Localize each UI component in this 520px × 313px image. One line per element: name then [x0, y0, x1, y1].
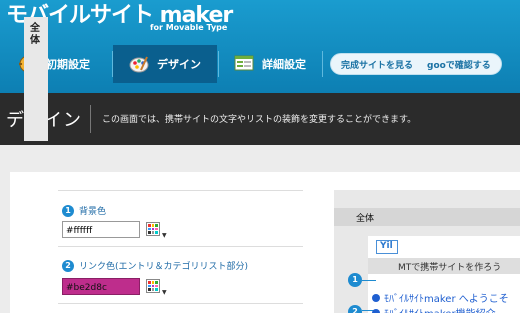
- row-divider: [58, 190, 303, 191]
- palette-icon: [129, 54, 149, 74]
- preview-site-title: MTで携帯サイトを作ろう: [398, 263, 502, 273]
- color-grid: [146, 279, 160, 293]
- field-label: 1 背景色: [62, 204, 106, 217]
- color-picker-icon[interactable]: ▼: [146, 222, 167, 239]
- tab-label: 詳細設定: [262, 58, 306, 71]
- preview-heading: 全体: [356, 214, 375, 224]
- field-label-text: 背景色: [79, 207, 107, 217]
- check-with-goo-button[interactable]: gooで確認する: [427, 58, 491, 71]
- background-color-input[interactable]: [62, 221, 140, 238]
- app-logo-subtitle: for Movable Type: [150, 23, 228, 32]
- color-picker-icon[interactable]: ▼: [146, 279, 167, 296]
- app-header: モバイルサイト maker for Movable Type 初期設定 デザイン…: [0, 0, 520, 93]
- chevron-down-icon: ▼: [162, 232, 167, 239]
- preview-link-item[interactable]: ﾓﾊﾞｲﾙｻｲﾄmaker機能紹介: [372, 305, 496, 313]
- page-description: この画面では、携帯サイトの文字やリストの装飾を変更することができます。: [102, 115, 417, 125]
- bullet-icon: [372, 293, 380, 302]
- preview-site-title-bar: MTで携帯サイトを作ろう: [368, 258, 520, 274]
- section-tab-label: 全体: [30, 23, 40, 46]
- field-number-badge: 1: [62, 204, 74, 217]
- section-tab-overall[interactable]: 全体: [24, 17, 48, 141]
- tab-advanced-settings[interactable]: 詳細設定: [234, 45, 324, 83]
- bullet-icon: [372, 308, 380, 313]
- settings-window-icon: [234, 54, 254, 74]
- tab-design[interactable]: デザイン: [113, 45, 217, 83]
- signal-text: Yil: [380, 241, 393, 251]
- preview-heading-bar: 全体: [334, 208, 520, 226]
- tab-divider: [322, 51, 323, 77]
- link-color-input[interactable]: [62, 278, 140, 295]
- chevron-down-icon: ▼: [162, 289, 167, 296]
- field-label-text: リンク色(エントリ＆カテゴリリスト部分): [79, 262, 249, 272]
- page-title-bar: デザイン この画面では、携帯サイトの文字やリストの装飾を変更することができます。: [0, 93, 520, 145]
- row-divider: [58, 246, 303, 247]
- background-color-field: 1 背景色 ▼: [58, 190, 303, 247]
- callout-line: [362, 280, 376, 281]
- field-label: 2 リンク色(エントリ＆カテゴリリスト部分): [62, 259, 248, 272]
- tab-label: デザイン: [157, 58, 201, 71]
- color-grid: [146, 222, 160, 236]
- tab-label: 初期設定: [46, 58, 90, 71]
- callout-badge-1: 1: [348, 273, 362, 287]
- preview-link-item[interactable]: ﾓﾊﾞｲﾙｻｲﾄmaker へようこそ: [372, 290, 509, 305]
- link-color-field: 2 リンク色(エントリ＆カテゴリリスト部分) ▼: [58, 250, 303, 310]
- signal-icon: Yil: [376, 240, 398, 254]
- row-divider: [58, 303, 303, 304]
- main-nav: 初期設定 デザイン 詳細設定 完成サイトを見る gooで確認する: [0, 45, 520, 83]
- site-actions: 完成サイトを見る gooで確認する: [330, 53, 502, 75]
- preview-link-text: ﾓﾊﾞｲﾙｻｲﾄmaker機能紹介: [384, 305, 496, 313]
- title-divider: [90, 105, 91, 133]
- callout-badge-2: 2: [348, 305, 362, 313]
- tab-divider: [218, 51, 219, 77]
- view-site-button[interactable]: 完成サイトを見る: [341, 58, 413, 71]
- preview-link-text: ﾓﾊﾞｲﾙｻｲﾄmaker へようこそ: [384, 294, 509, 305]
- field-number-badge: 2: [62, 259, 74, 272]
